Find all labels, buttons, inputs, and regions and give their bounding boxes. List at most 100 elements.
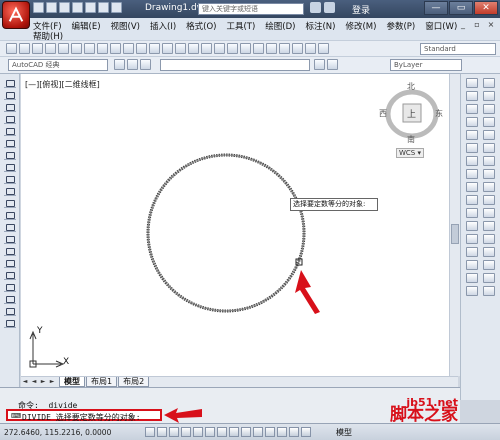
vertical-scroll-thumb[interactable]	[451, 224, 459, 244]
binoculars-icon[interactable]	[310, 2, 321, 13]
dim-edit-icon[interactable]	[483, 273, 495, 283]
menu-parametric[interactable]: 参数(P)	[386, 20, 415, 32]
open-file-icon[interactable]	[19, 43, 30, 54]
layer-previous-icon[interactable]	[327, 59, 338, 70]
drawing-area[interactable]: [—][俯视][二维线框] Y X 北 南 东 西 上 WCS ▾	[21, 74, 458, 376]
menu-insert[interactable]: 插入(I)	[150, 20, 176, 32]
construction-line-icon[interactable]	[3, 90, 16, 100]
pan-icon[interactable]	[188, 43, 199, 54]
viewcube-north[interactable]: 北	[407, 81, 415, 92]
erase-icon[interactable]	[466, 78, 478, 88]
rectangle-icon[interactable]	[3, 126, 16, 136]
workspace-settings-icon[interactable]	[114, 59, 125, 70]
first-tab-icon[interactable]: ◄	[21, 378, 29, 386]
dim-ordinate-icon[interactable]	[483, 143, 495, 153]
tab-layout1[interactable]: 布局1	[86, 377, 118, 387]
selection-cycling-icon[interactable]	[289, 427, 299, 437]
print-icon[interactable]	[85, 2, 96, 13]
workspace-combo[interactable]: AutoCAD 经典	[8, 59, 108, 71]
dim-baseline-icon[interactable]	[483, 221, 495, 231]
user-icon[interactable]	[324, 2, 335, 13]
ellipse-arc-icon[interactable]	[3, 198, 16, 208]
matchprop-icon[interactable]	[136, 43, 147, 54]
dim-radius-icon[interactable]	[483, 156, 495, 166]
paste-icon[interactable]	[123, 43, 134, 54]
draworder-front-icon[interactable]	[483, 78, 495, 88]
prev-tab-icon[interactable]: ◄	[30, 378, 38, 386]
tab-layout2[interactable]: 布局2	[118, 377, 150, 387]
3d-dwf-icon[interactable]	[84, 43, 95, 54]
center-mark-icon[interactable]	[483, 260, 495, 270]
dim-linear-icon[interactable]	[483, 104, 495, 114]
last-tab-icon[interactable]: ►	[48, 378, 56, 386]
copy-object-icon[interactable]	[466, 91, 478, 101]
region-icon[interactable]	[3, 270, 16, 280]
layer-state-icon[interactable]	[140, 59, 151, 70]
design-center-icon[interactable]	[253, 43, 264, 54]
trim-icon[interactable]	[466, 195, 478, 205]
dynamic-input-icon[interactable]	[241, 427, 251, 437]
lineweight-icon[interactable]	[253, 427, 263, 437]
circle-icon[interactable]	[3, 150, 16, 160]
menu-edit[interactable]: 编辑(E)	[72, 20, 101, 32]
zoom-window-icon[interactable]	[214, 43, 225, 54]
undo-tool-icon[interactable]	[162, 43, 173, 54]
menu-view[interactable]: 视图(V)	[111, 20, 140, 32]
new-icon[interactable]	[33, 2, 44, 13]
doc-minimize-button[interactable]: _	[458, 20, 468, 29]
dim-jogged-icon[interactable]	[483, 169, 495, 179]
otrack-icon[interactable]	[217, 427, 227, 437]
insert-block-icon[interactable]	[3, 210, 16, 220]
command-prompt[interactable]: DIVIDE 选择要定数等分的对象:	[22, 412, 141, 423]
polyline-icon[interactable]	[3, 102, 16, 112]
redo-icon[interactable]	[111, 2, 122, 13]
hatch-icon[interactable]	[3, 246, 16, 256]
copy-icon[interactable]	[110, 43, 121, 54]
cut-icon[interactable]	[97, 43, 108, 54]
break-icon[interactable]	[466, 234, 478, 244]
saveas-icon[interactable]	[72, 2, 83, 13]
zoom-realtime-icon[interactable]	[201, 43, 212, 54]
qnew-icon[interactable]	[6, 43, 17, 54]
markup-icon[interactable]	[292, 43, 303, 54]
menu-dimension[interactable]: 标注(N)	[305, 20, 335, 32]
tool-palettes-icon[interactable]	[266, 43, 277, 54]
viewcube-east[interactable]: 东	[435, 108, 443, 119]
polygon-icon[interactable]	[3, 114, 16, 124]
save-icon[interactable]	[59, 2, 70, 13]
move-icon[interactable]	[466, 143, 478, 153]
block-editor-icon[interactable]	[149, 43, 160, 54]
open-icon[interactable]	[46, 2, 57, 13]
vertical-scrollbar[interactable]	[449, 74, 460, 376]
properties-icon[interactable]	[240, 43, 251, 54]
dim-update-icon[interactable]	[483, 286, 495, 296]
line-icon[interactable]	[3, 78, 16, 88]
add-selected-icon[interactable]	[3, 306, 16, 316]
ortho-mode-icon[interactable]	[169, 427, 179, 437]
dim-continue-icon[interactable]	[483, 234, 495, 244]
tolerance-icon[interactable]	[483, 247, 495, 257]
fillet-icon[interactable]	[466, 273, 478, 283]
point-icon[interactable]	[3, 234, 16, 244]
maximize-button[interactable]: ▭	[449, 1, 473, 15]
help-icon[interactable]	[318, 43, 329, 54]
object-snap-icon[interactable]	[193, 427, 203, 437]
ellipse-icon[interactable]	[3, 186, 16, 196]
login-link[interactable]: 登录	[352, 3, 370, 16]
save-file-icon[interactable]	[32, 43, 43, 54]
preview-icon[interactable]	[58, 43, 69, 54]
viewcube-top-face[interactable]: 上	[407, 107, 416, 120]
color-combo[interactable]: ByLayer	[390, 59, 462, 71]
dim-diameter-icon[interactable]	[483, 182, 495, 192]
sheet-set-icon[interactable]	[279, 43, 290, 54]
layer-combo[interactable]	[160, 59, 310, 71]
arc-icon[interactable]	[3, 138, 16, 148]
menu-tools[interactable]: 工具(T)	[226, 20, 255, 32]
command-input-highlight[interactable]: ⌨ DIVIDE 选择要定数等分的对象:	[6, 409, 162, 423]
rotate-icon[interactable]	[466, 156, 478, 166]
menu-modify[interactable]: 修改(M)	[345, 20, 376, 32]
annotation-monitor-icon[interactable]	[301, 427, 311, 437]
mirror-icon[interactable]	[466, 104, 478, 114]
table-icon[interactable]	[3, 282, 16, 292]
stretch-icon[interactable]	[466, 182, 478, 192]
